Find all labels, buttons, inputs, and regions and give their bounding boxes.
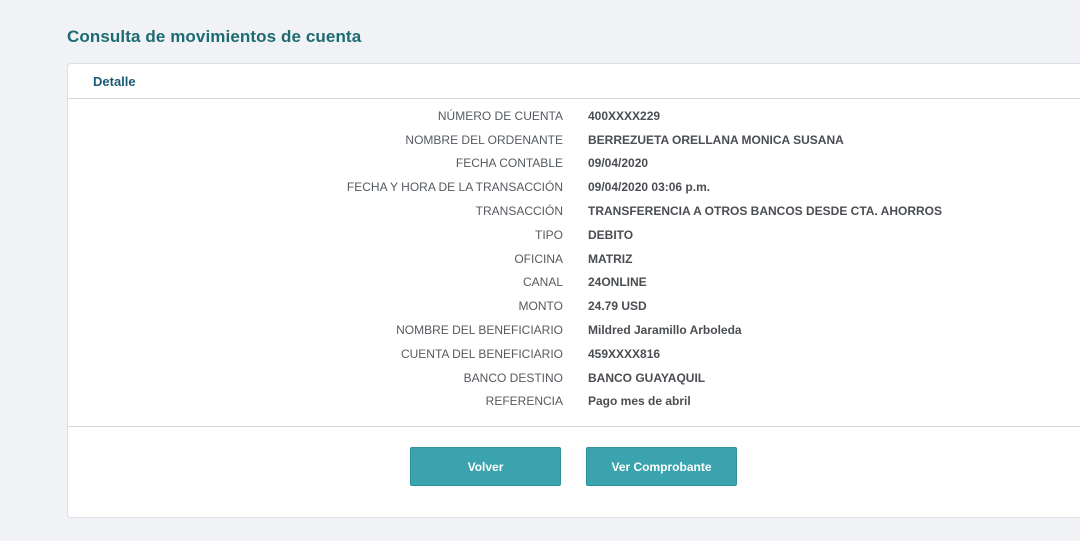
detail-value: TRANSFERENCIA A OTROS BANCOS DESDE CTA. …: [588, 204, 943, 219]
detail-row-channel: CANAL 24ONLINE: [68, 271, 1080, 295]
detail-value: 400XXXX229: [588, 108, 661, 123]
detail-label: NÚMERO DE CUENTA: [437, 108, 563, 123]
detail-card: Detalle NÚMERO DE CUENTA 400XXXX229 NOMB…: [67, 63, 1080, 518]
actions-divider: [68, 426, 1080, 427]
page-title: Consulta de movimientos de cuenta: [67, 27, 362, 46]
detail-row-ordering-party: NOMBRE DEL ORDENANTE BERREZUETA ORELLANA…: [68, 128, 1080, 152]
detail-row-type: TIPO DEBITO: [68, 223, 1080, 247]
detail-value: 09/04/2020: [588, 156, 649, 171]
detail-label: TIPO: [534, 227, 563, 242]
detail-label: CUENTA DEL BENEFICIARIO: [400, 346, 563, 361]
card-header-title: Detalle: [93, 73, 136, 89]
detail-label: FECHA CONTABLE: [455, 156, 563, 171]
back-button[interactable]: Volver: [410, 447, 561, 486]
card-header: Detalle: [68, 64, 1080, 99]
detail-row-destination-bank: BANCO DESTINO BANCO GUAYAQUIL: [68, 366, 1080, 390]
detail-row-account-number: NÚMERO DE CUENTA 400XXXX229: [68, 104, 1080, 128]
detail-value: 24ONLINE: [588, 275, 647, 290]
detail-value: Mildred Jaramillo Arboleda: [588, 323, 742, 338]
detail-row-office: OFICINA MATRIZ: [68, 247, 1080, 271]
detail-value: DEBITO: [588, 227, 634, 242]
detail-row-transaction: TRANSACCIÓN TRANSFERENCIA A OTROS BANCOS…: [68, 199, 1080, 223]
detail-label: OFICINA: [514, 251, 563, 266]
detail-list: NÚMERO DE CUENTA 400XXXX229 NOMBRE DEL O…: [68, 104, 1080, 413]
detail-label: MONTO: [518, 299, 563, 314]
detail-value: BANCO GUAYAQUIL: [588, 370, 706, 385]
detail-row-reference: REFERENCIA Pago mes de abril: [68, 390, 1080, 414]
detail-label: FECHA Y HORA DE LA TRANSACCIÓN: [346, 180, 563, 195]
detail-label: CANAL: [522, 275, 563, 290]
detail-label: NOMBRE DEL ORDENANTE: [405, 132, 563, 147]
detail-value: MATRIZ: [588, 251, 633, 266]
detail-value: 459XXXX816: [588, 346, 661, 361]
detail-label: BANCO DESTINO: [463, 370, 563, 385]
detail-label: TRANSACCIÓN: [475, 204, 563, 219]
detail-value: 09/04/2020 03:06 p.m.: [588, 180, 711, 195]
detail-row-beneficiary-account: CUENTA DEL BENEFICIARIO 459XXXX816: [68, 342, 1080, 366]
detail-value: 24.79 USD: [588, 299, 647, 314]
detail-label: REFERENCIA: [485, 394, 563, 409]
detail-row-accounting-date: FECHA CONTABLE 09/04/2020: [68, 152, 1080, 176]
detail-row-transaction-datetime: FECHA Y HORA DE LA TRANSACCIÓN 09/04/202…: [68, 175, 1080, 199]
view-receipt-button[interactable]: Ver Comprobante: [586, 447, 737, 486]
detail-label: NOMBRE DEL BENEFICIARIO: [396, 323, 563, 338]
detail-row-beneficiary-name: NOMBRE DEL BENEFICIARIO Mildred Jaramill…: [68, 318, 1080, 342]
detail-value: Pago mes de abril: [588, 394, 691, 409]
detail-value: BERREZUETA ORELLANA MONICA SUSANA: [588, 132, 844, 147]
detail-row-amount: MONTO 24.79 USD: [68, 294, 1080, 318]
